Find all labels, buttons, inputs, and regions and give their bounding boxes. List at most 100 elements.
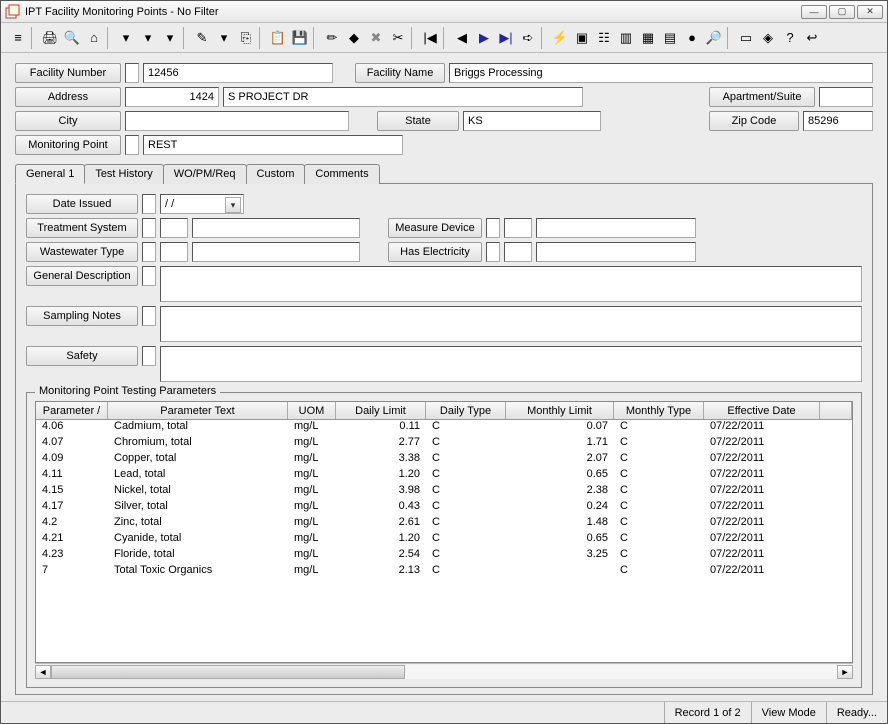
print-icon[interactable]: 🖨 — [39, 27, 61, 49]
safety-field[interactable] — [160, 346, 862, 382]
date-issued-field[interactable]: / / — [160, 194, 244, 214]
wastewater-type-text[interactable] — [192, 242, 360, 262]
tab-custom[interactable]: Custom — [246, 164, 306, 184]
facility-number-field[interactable]: 12456 — [143, 63, 333, 83]
prev-icon[interactable]: ◀ — [451, 27, 473, 49]
find-icon[interactable]: 🔎 — [703, 27, 725, 49]
grid-hscrollbar[interactable]: ◄ ► — [35, 663, 853, 679]
chart-icon[interactable]: ▥ — [615, 27, 637, 49]
general-description-picker[interactable] — [142, 266, 156, 286]
help-icon[interactable]: ? — [779, 27, 801, 49]
book-icon[interactable]: ◈ — [757, 27, 779, 49]
address-num-field[interactable]: 1424 — [125, 87, 219, 107]
calc-icon[interactable]: ▭ — [735, 27, 757, 49]
table-row[interactable]: 7Total Toxic Organicsmg/L2.13CC07/22/201… — [36, 564, 852, 580]
home-icon[interactable]: ⌂ — [83, 27, 105, 49]
first-icon[interactable]: |◀ — [419, 27, 441, 49]
tab-general-1[interactable]: General 1 — [15, 164, 85, 184]
apartment-suite-field[interactable] — [819, 87, 873, 107]
table-row[interactable]: 4.09Copper, totalmg/L3.38C2.07C07/22/201… — [36, 452, 852, 468]
dropdown-icon[interactable]: ▾ — [159, 27, 181, 49]
tab-comments[interactable]: Comments — [304, 164, 379, 184]
table-row[interactable]: 4.11Lead, totalmg/L1.20C0.65C07/22/2011 — [36, 468, 852, 484]
grid-icon[interactable]: ▤ — [659, 27, 681, 49]
grid-col-header[interactable]: Daily Type — [426, 402, 506, 419]
parameters-grid[interactable]: Parameter /Parameter TextUOMDaily LimitD… — [35, 401, 853, 663]
new-icon[interactable]: ✎ — [191, 27, 213, 49]
grid-col-header[interactable]: Effective Date — [704, 402, 820, 419]
measure-device-code[interactable] — [504, 218, 532, 238]
treatment-system-picker[interactable] — [142, 218, 156, 238]
table-row[interactable]: 4.07Chromium, totalmg/L2.77C1.71C07/22/2… — [36, 436, 852, 452]
scroll-thumb[interactable] — [51, 665, 405, 679]
exit-icon[interactable]: ↩ — [801, 27, 823, 49]
scroll-left-icon[interactable]: ◄ — [35, 665, 51, 679]
general-description-field[interactable] — [160, 266, 862, 302]
grid-col-header[interactable]: Parameter Text — [108, 402, 288, 419]
facility-name-field[interactable]: Briggs Processing — [449, 63, 873, 83]
form-icon[interactable]: ▣ — [571, 27, 593, 49]
date-issued-picker[interactable] — [142, 194, 156, 214]
maximize-button[interactable]: ▢ — [829, 5, 855, 19]
grid-col-header[interactable]: Parameter / — [36, 402, 108, 419]
grid-col-header[interactable]: Daily Limit — [336, 402, 426, 419]
tree-icon[interactable]: ☷ — [593, 27, 615, 49]
menu-icon[interactable]: ≡ — [7, 27, 29, 49]
table-row[interactable]: 4.06Cadmium, totalmg/L0.11C0.07C07/22/20… — [36, 420, 852, 436]
table-row[interactable]: 4.17Silver, totalmg/L0.43C0.24C07/22/201… — [36, 500, 852, 516]
safety-picker[interactable] — [142, 346, 156, 366]
grid-cell: Zinc, total — [108, 516, 288, 532]
grid-col-header[interactable]: UOM — [288, 402, 336, 419]
img-icon[interactable]: ▦ — [637, 27, 659, 49]
has-electricity-code[interactable] — [504, 242, 532, 262]
dropdown-icon[interactable]: ▾ — [115, 27, 137, 49]
scroll-right-icon[interactable]: ► — [837, 665, 853, 679]
has-electricity-picker[interactable] — [486, 242, 500, 262]
grid-col-header[interactable]: Monthly Type — [614, 402, 704, 419]
print-preview-icon[interactable]: 🔍 — [61, 27, 83, 49]
grid-body[interactable]: 4.06Cadmium, totalmg/L0.11C0.07C07/22/20… — [36, 420, 852, 662]
last-icon[interactable]: ▶| — [495, 27, 517, 49]
scroll-track[interactable] — [51, 665, 837, 679]
table-row[interactable]: 4.23Floride, totalmg/L2.54C3.25C07/22/20… — [36, 548, 852, 564]
facility-number-picker[interactable] — [125, 63, 139, 83]
city-field[interactable] — [125, 111, 349, 131]
address-street-field[interactable]: S PROJECT DR — [223, 87, 583, 107]
edit-icon[interactable]: ✏ — [321, 27, 343, 49]
zip-code-field[interactable]: 85296 — [803, 111, 873, 131]
measure-device-text[interactable] — [536, 218, 696, 238]
forward-icon[interactable]: ➪ — [517, 27, 539, 49]
tab-test-history[interactable]: Test History — [84, 164, 163, 184]
grid-header[interactable]: Parameter /Parameter TextUOMDaily LimitD… — [36, 402, 852, 420]
paste-icon[interactable]: 📋 — [267, 27, 289, 49]
tab-wo-pm-req[interactable]: WO/PM/Req — [163, 164, 247, 184]
treatment-system-text[interactable] — [192, 218, 360, 238]
save-icon[interactable]: 💾 — [289, 27, 311, 49]
has-electricity-text[interactable] — [536, 242, 696, 262]
filter-icon[interactable]: ▾ — [137, 27, 159, 49]
state-field[interactable]: KS — [463, 111, 601, 131]
minimize-button[interactable]: — — [801, 5, 827, 19]
globe-icon[interactable]: ● — [681, 27, 703, 49]
sampling-notes-field[interactable] — [160, 306, 862, 342]
grid-col-header[interactable]: Monthly Limit — [506, 402, 614, 419]
sampling-notes-picker[interactable] — [142, 306, 156, 326]
cut-icon[interactable]: ✂ — [387, 27, 409, 49]
delete-icon[interactable]: ✖ — [365, 27, 387, 49]
measure-device-picker[interactable] — [486, 218, 500, 238]
treatment-system-code[interactable] — [160, 218, 188, 238]
close-button[interactable]: ✕ — [857, 5, 883, 19]
monitoring-point-field[interactable]: REST — [143, 135, 403, 155]
dropdown-icon[interactable]: ▾ — [213, 27, 235, 49]
bolt-icon[interactable]: ⚡ — [549, 27, 571, 49]
grid-cell: 07/22/2011 — [704, 468, 820, 484]
table-row[interactable]: 4.21Cyanide, totalmg/L1.20C0.65C07/22/20… — [36, 532, 852, 548]
note-icon[interactable]: ◆ — [343, 27, 365, 49]
table-row[interactable]: 4.15Nickel, totalmg/L3.98C2.38C07/22/201… — [36, 484, 852, 500]
monitoring-point-picker[interactable] — [125, 135, 139, 155]
next-icon[interactable]: ▶ — [473, 27, 495, 49]
copy-icon[interactable]: ⎘ — [235, 27, 257, 49]
wastewater-type-picker[interactable] — [142, 242, 156, 262]
table-row[interactable]: 4.2Zinc, totalmg/L2.61C1.48C07/22/2011 — [36, 516, 852, 532]
wastewater-type-code[interactable] — [160, 242, 188, 262]
